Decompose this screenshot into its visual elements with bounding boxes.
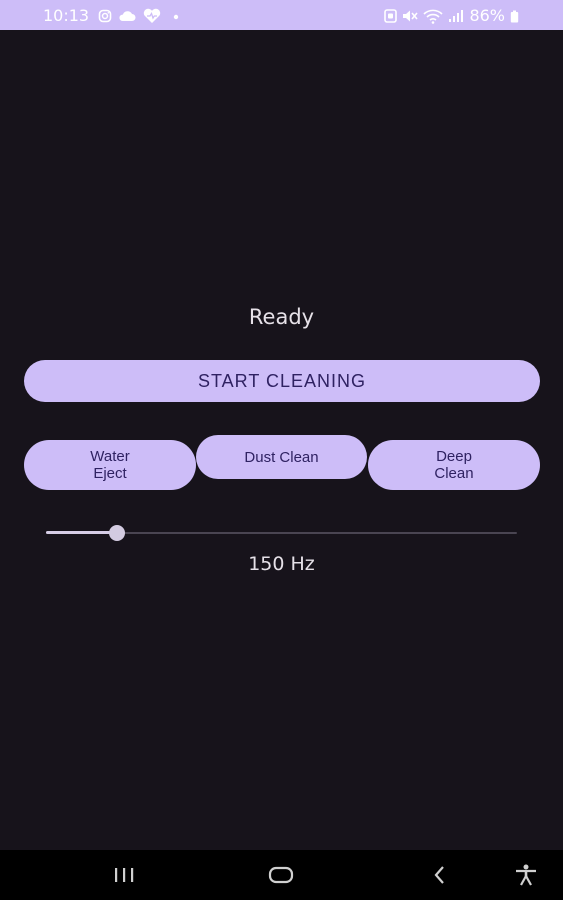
cleaning-status-text: Ready [248,305,315,329]
water-eject-label: Water Eject [90,448,130,482]
instagram-icon [98,9,112,23]
back-icon [434,866,444,884]
nfc-icon [384,9,398,23]
slider-fill [46,531,117,534]
dust-clean-label: Dust Clean [244,448,319,466]
wifi-icon [423,9,443,24]
water-eject-button[interactable]: Water Eject [24,440,196,490]
frequency-label: 150 Hz [248,553,315,575]
home-icon [268,866,294,884]
mute-icon [403,10,419,22]
cloud-icon [119,11,136,21]
deep-clean-button[interactable]: Deep Clean [368,440,540,490]
battery-percent: 86% [469,6,505,25]
recents-button[interactable] [111,863,137,887]
navigation-bar [0,850,563,900]
status-bar: 10:13 86% [0,0,563,30]
dot-icon [173,14,179,20]
start-cleaning-button[interactable]: START CLEANING [24,360,540,402]
deep-clean-label: Deep Clean [434,448,474,482]
signal-icon [449,10,464,22]
accessibility-icon [516,864,536,886]
start-cleaning-label: START CLEANING [197,370,367,391]
battery-icon [510,10,519,22]
notification-icons [98,8,182,24]
home-button[interactable] [268,863,294,887]
frequency-slider[interactable] [46,522,517,544]
dust-clean-button[interactable]: Dust Clean [196,435,367,479]
heart-icon [143,8,161,23]
recents-icon [115,868,134,882]
status-time: 10:13 [43,6,90,25]
back-button[interactable] [427,863,453,887]
system-icons: 86% [384,8,519,24]
slider-thumb[interactable] [109,525,125,541]
app-screen: 10:13 86% Ready START CLEANING Water Eje… [0,0,563,900]
accessibility-button[interactable] [513,863,539,887]
